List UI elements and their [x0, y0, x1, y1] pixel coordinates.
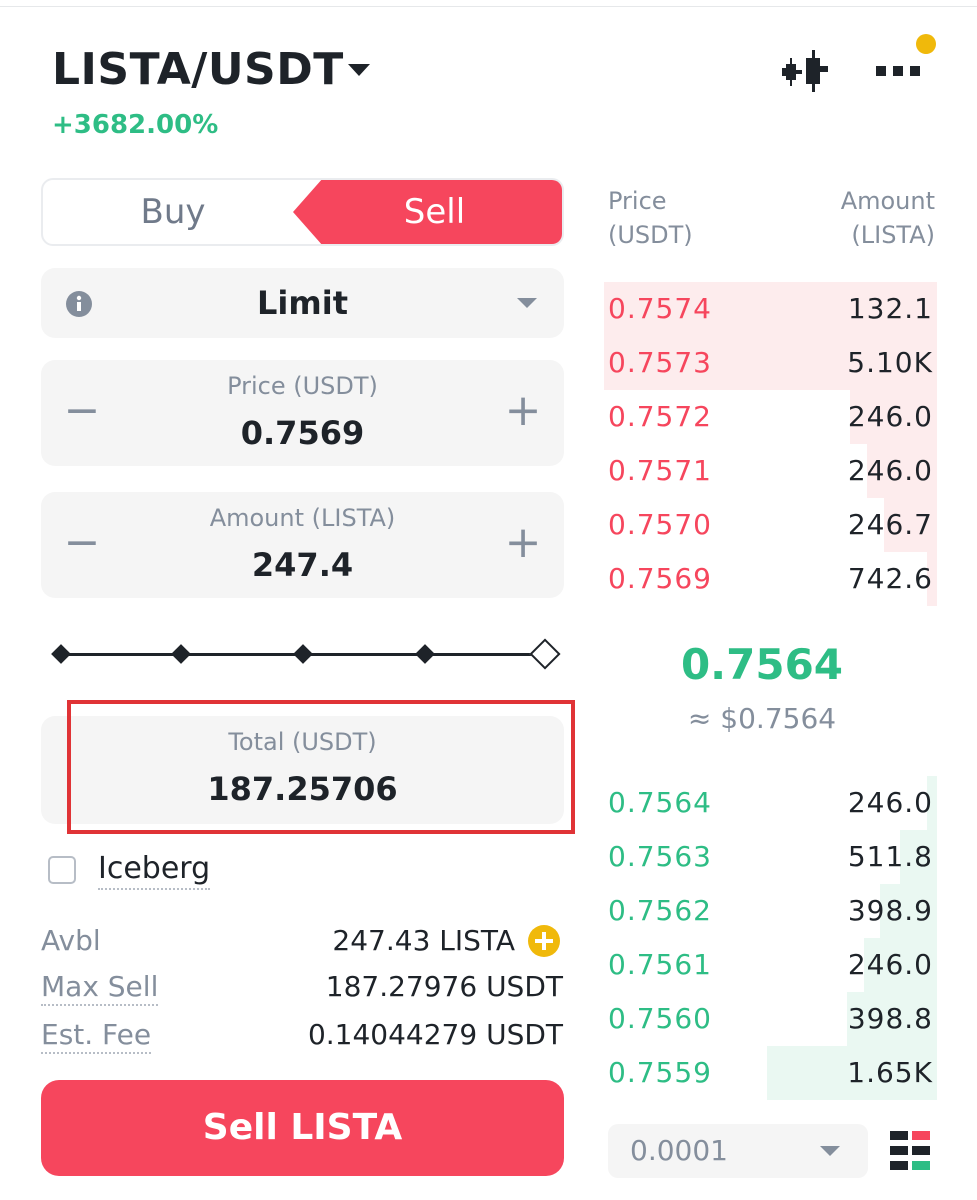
avbl-label: Avbl — [41, 924, 101, 957]
iceberg-checkbox[interactable] — [48, 856, 76, 884]
bid-price: 0.7560 — [608, 1002, 712, 1035]
top-divider — [0, 6, 977, 7]
tick-size-select[interactable]: 0.0001 — [608, 1124, 868, 1178]
slider-stop-75[interactable] — [415, 644, 435, 664]
bid-price: 0.7561 — [608, 948, 712, 981]
amount-increment-button[interactable]: + — [498, 518, 548, 568]
bid-price: 0.7562 — [608, 894, 712, 927]
max-sell-label[interactable]: Max Sell — [41, 970, 159, 1006]
slider-handle[interactable] — [529, 638, 561, 670]
more-icon[interactable] — [876, 66, 920, 76]
bid-row[interactable]: 0.7564 246.0 — [604, 776, 937, 830]
ask-price: 0.7570 — [608, 508, 712, 541]
amount-decrement-button[interactable]: − — [57, 518, 107, 568]
est-fee-value: 0.14044279 USDT — [307, 1018, 563, 1051]
slider-stop-0[interactable] — [51, 644, 71, 664]
ob-price-header-line2: (USDT) — [608, 221, 693, 249]
price-field[interactable]: Price (USDT) 0.7569 − + — [41, 360, 564, 466]
bid-row[interactable]: 0.7561 246.0 — [604, 938, 937, 992]
sell-lista-button[interactable]: Sell LISTA — [41, 1080, 564, 1176]
chevron-down-icon — [517, 298, 537, 308]
price-value[interactable]: 0.7569 — [41, 414, 564, 452]
bid-amount: 398.9 — [847, 894, 933, 927]
chevron-down-icon — [820, 1146, 840, 1156]
ask-row[interactable]: 0.7569 742.6 — [604, 552, 937, 606]
bid-amount: 1.65K — [847, 1056, 933, 1089]
ask-row[interactable]: 0.7572 246.0 — [604, 390, 937, 444]
ob-amount-header-line2: (LISTA) — [851, 221, 935, 249]
ask-price: 0.7572 — [608, 400, 712, 433]
bid-row[interactable]: 0.7563 511.8 — [604, 830, 937, 884]
bid-price: 0.7563 — [608, 840, 712, 873]
tab-sell[interactable]: Sell — [303, 180, 562, 244]
max-sell-value: 187.27976 USDT — [325, 970, 563, 1003]
price-decrement-button[interactable]: − — [57, 386, 107, 436]
bid-amount: 246.0 — [847, 948, 933, 981]
amount-label: Amount (LISTA) — [209, 504, 396, 532]
bid-row[interactable]: 0.7560 398.8 — [604, 992, 937, 1046]
ask-amount: 246.0 — [847, 400, 933, 433]
tick-size-value: 0.0001 — [630, 1134, 728, 1167]
layout-icon[interactable] — [890, 1131, 930, 1171]
amount-value[interactable]: 247.4 — [41, 546, 564, 584]
amount-field[interactable]: Amount (LISTA) 247.4 − + — [41, 492, 564, 598]
plus-circle-icon[interactable] — [528, 925, 560, 957]
ask-row[interactable]: 0.7570 246.7 — [604, 498, 937, 552]
ob-price-header: Price (USDT) — [608, 184, 693, 252]
ask-price: 0.7573 — [608, 346, 712, 379]
ob-amount-header-line1: Amount — [840, 187, 935, 215]
price-increment-button[interactable]: + — [498, 386, 548, 436]
slider-stop-50[interactable] — [293, 644, 313, 664]
iceberg-label[interactable]: Iceberg — [98, 852, 211, 890]
bid-amount: 398.8 — [847, 1002, 933, 1035]
bid-row[interactable]: 0.7559 1.65K — [604, 1046, 937, 1100]
ask-row[interactable]: 0.7573 5.10K — [604, 336, 937, 390]
buy-sell-toggle: Buy Sell — [41, 178, 564, 246]
ask-row[interactable]: 0.7574 132.1 — [604, 282, 937, 336]
highlight-box — [67, 700, 575, 834]
ask-price: 0.7571 — [608, 454, 712, 487]
ask-amount: 742.6 — [847, 562, 933, 595]
ob-amount-header: Amount (LISTA) — [841, 184, 935, 252]
bid-amount: 246.0 — [847, 786, 933, 819]
pair-caret-icon[interactable] — [348, 64, 370, 76]
order-type-label: Limit — [257, 284, 348, 322]
bid-amount: 511.8 — [847, 840, 933, 873]
bid-price: 0.7564 — [608, 786, 712, 819]
ask-amount: 246.7 — [847, 508, 933, 541]
ask-amount: 5.10K — [847, 346, 933, 379]
ask-price: 0.7574 — [608, 292, 712, 325]
price-label: Price (USDT) — [227, 372, 378, 400]
bid-row[interactable]: 0.7562 398.9 — [604, 884, 937, 938]
price-change: +3682.00% — [52, 110, 219, 140]
bid-price: 0.7559 — [608, 1056, 712, 1089]
slider-stop-25[interactable] — [171, 644, 191, 664]
ask-price: 0.7569 — [608, 562, 712, 595]
ask-amount: 132.1 — [847, 292, 933, 325]
notification-dot — [916, 34, 936, 54]
ask-amount: 246.0 — [847, 454, 933, 487]
est-fee-label[interactable]: Est. Fee — [41, 1018, 152, 1054]
last-price-usd: ≈ $0.7564 — [687, 702, 837, 735]
avbl-value: 247.43 LISTA — [332, 924, 515, 957]
chart-icon[interactable] — [780, 50, 830, 92]
last-price[interactable]: 0.7564 — [604, 640, 920, 689]
ob-price-header-line1: Price — [608, 187, 667, 215]
pair-title[interactable]: LISTA/USDT — [52, 44, 344, 95]
tab-buy[interactable]: Buy — [43, 180, 303, 244]
order-type-select[interactable]: Limit — [41, 268, 564, 338]
ask-row[interactable]: 0.7571 246.0 — [604, 444, 937, 498]
